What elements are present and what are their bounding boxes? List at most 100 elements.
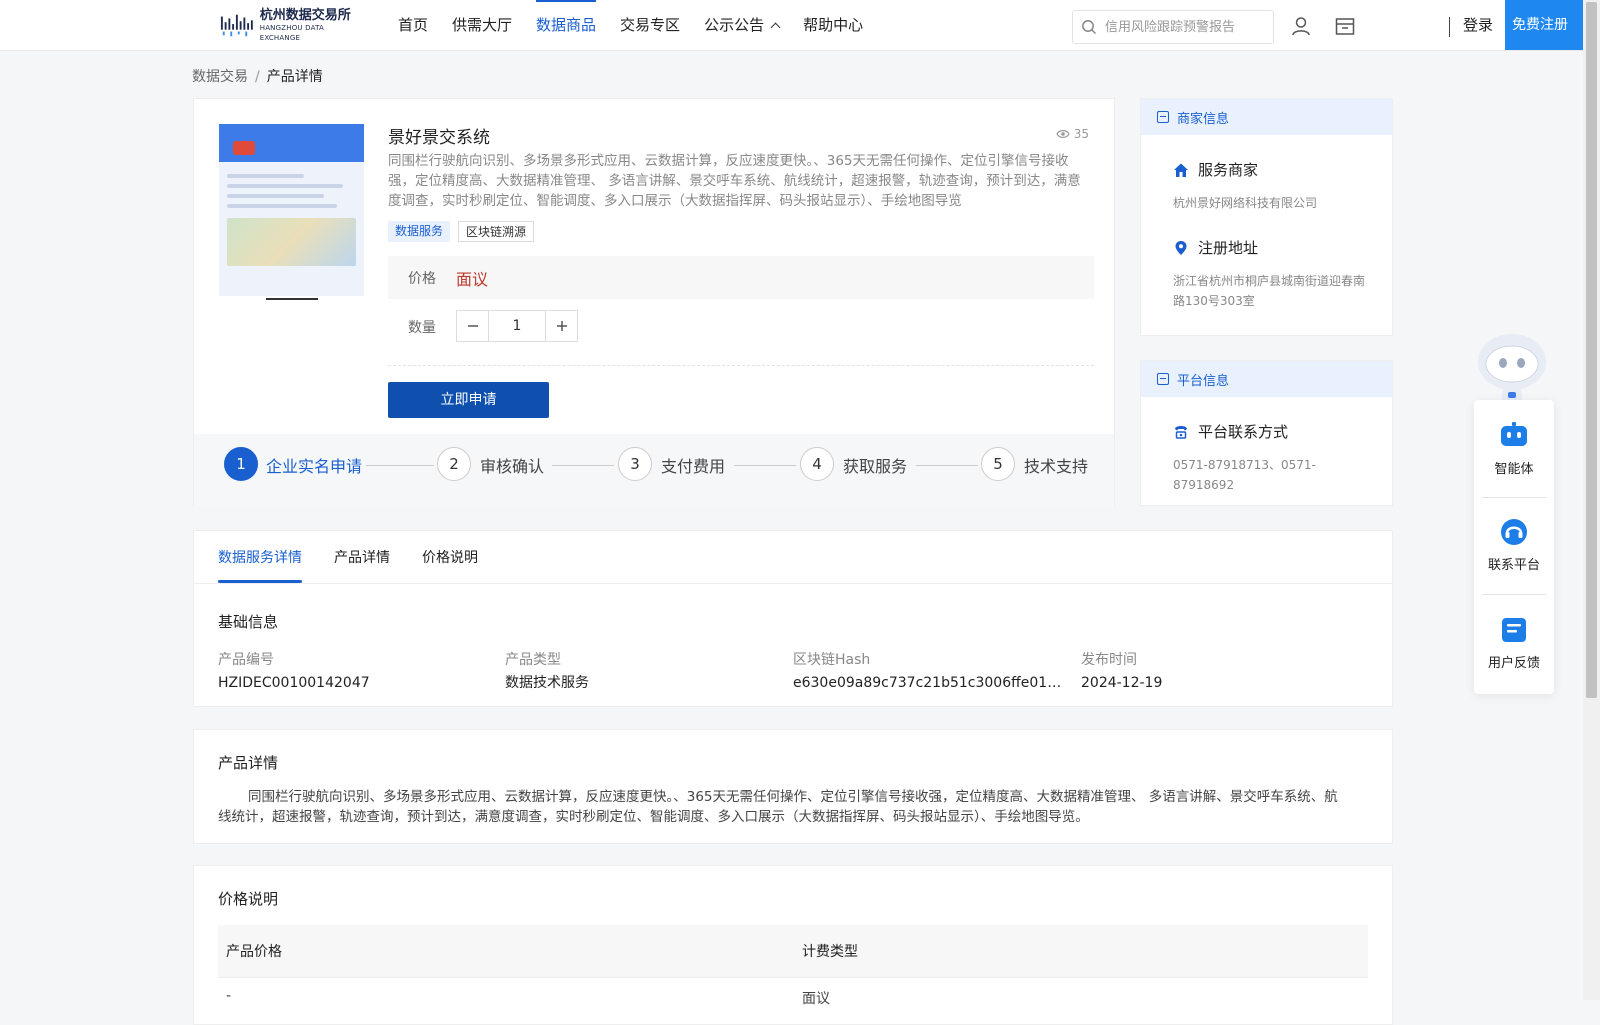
store-icon[interactable] xyxy=(1334,15,1356,37)
quantity-input[interactable]: 1 xyxy=(488,311,546,341)
nav-trade-zone[interactable]: 交易专区 xyxy=(608,0,692,50)
field-publish-date: 发布时间 2024-12-19 xyxy=(1081,652,1163,691)
increment-button[interactable] xyxy=(546,311,577,341)
step-4-label: 获取服务 xyxy=(843,457,908,476)
floating-panel: 智能体 联系平台 用户反馈 xyxy=(1474,400,1554,694)
search-input[interactable] xyxy=(1103,18,1268,36)
top-header: 杭州数据交易所 HANGZHOU DATA EXCHANGE 首页 供需大厅 数… xyxy=(0,0,1585,51)
step-5-number: 5 xyxy=(981,447,1015,481)
contact-title: 平台联系方式 xyxy=(1173,421,1288,442)
chevron-up-icon xyxy=(770,22,781,33)
breadcrumb-parent[interactable]: 数据交易 xyxy=(192,69,248,85)
breadcrumb-separator: / xyxy=(255,69,260,85)
field-product-id: 产品编号 HZIDEC00100142047 xyxy=(218,652,370,691)
breadcrumb-current: 产品详情 xyxy=(266,69,323,85)
field-blockchain-hash: 区块链Hash e630e09a89c737c21b51c3006ffe01cd… xyxy=(793,652,1063,691)
merchant-name: 杭州景好网络科技有限公司 xyxy=(1173,196,1318,210)
header-divider xyxy=(1449,17,1450,37)
process-steps: 1 企业实名申请 2 审核确认 3 支付费用 4 获取服务 5 技术支持 xyxy=(194,434,1114,506)
table-header: 产品价格 计费类型 xyxy=(218,925,1368,977)
price-row: 价格 面议 xyxy=(388,256,1094,299)
step-connector xyxy=(734,465,796,466)
step-3-label: 支付费用 xyxy=(661,457,726,476)
tab-price-info[interactable]: 价格说明 xyxy=(422,531,478,583)
location-pin-icon xyxy=(1175,240,1187,255)
address-title: 注册地址 xyxy=(1173,237,1258,258)
user-icon[interactable] xyxy=(1290,15,1312,37)
float-contact[interactable]: 联系平台 xyxy=(1474,516,1554,573)
basic-info-title: 基础信息 xyxy=(218,613,279,631)
detail-tabs-card: 数据服务详情 产品详情 价格说明 基础信息 产品编号 HZIDEC0010014… xyxy=(193,530,1393,707)
product-title: 景好景交系统 xyxy=(388,128,490,148)
step-2-number: 2 xyxy=(437,447,471,481)
float-feedback[interactable]: 用户反馈 xyxy=(1474,614,1554,671)
breadcrumb: 数据交易 / 产品详情 xyxy=(192,66,323,86)
divider xyxy=(388,365,1094,366)
price-info-card: 价格说明 产品价格 计费类型 - 面议 xyxy=(193,865,1393,1025)
register-button[interactable]: 免费注册 xyxy=(1505,0,1585,50)
step-1-number: 1 xyxy=(224,447,258,481)
tab-product-detail[interactable]: 产品详情 xyxy=(334,531,390,583)
logo-text-en: HANGZHOU DATA EXCHANGE xyxy=(259,23,324,42)
merchant-info-header: 商家信息 xyxy=(1141,99,1392,135)
detail-tabs: 数据服务详情 产品详情 价格说明 xyxy=(218,531,478,583)
logo-text-cn: 杭州数据交易所 xyxy=(259,7,351,23)
float-agent[interactable]: 智能体 xyxy=(1474,420,1554,477)
feedback-icon xyxy=(1502,618,1526,642)
merchant-title: 服务商家 xyxy=(1173,159,1258,180)
product-thumbnail[interactable] xyxy=(219,124,364,296)
product-detail-card: 产品详情 同围栏行驶航向识别、多场景多形式应用、云数据计算，反应速度更快。、36… xyxy=(193,729,1393,844)
scrollbar-thumb[interactable] xyxy=(1586,2,1597,698)
apply-now-button[interactable]: 立即申请 xyxy=(388,382,549,418)
info-square-icon xyxy=(1157,373,1169,385)
product-detail-text: 同围栏行驶航向识别、多场景多形式应用、云数据计算，反应速度更快。、365天无需任… xyxy=(218,789,1338,825)
search-box xyxy=(1072,10,1274,44)
field-product-type: 产品类型 数据技术服务 xyxy=(505,652,589,691)
price-info-title: 价格说明 xyxy=(218,890,279,908)
thumbnail-indicator xyxy=(266,298,318,300)
main-nav: 首页 供需大厅 数据商品 交易专区 公示公告 帮助中心 xyxy=(386,0,875,50)
address-value: 浙江省杭州市桐庐县城南街道迎春南路130号303室 xyxy=(1173,274,1366,308)
search-icon xyxy=(1082,20,1097,35)
tab-data-service-detail[interactable]: 数据服务详情 xyxy=(218,531,302,583)
phone-icon xyxy=(1175,425,1187,439)
step-5-label: 技术支持 xyxy=(1024,457,1089,476)
quantity-label: 数量 xyxy=(408,320,436,336)
step-4-number: 4 xyxy=(800,447,834,481)
column-header-billing: 计费类型 xyxy=(802,944,858,960)
view-count: 35 xyxy=(1056,127,1089,141)
agent-icon xyxy=(1501,422,1527,446)
logo[interactable]: 杭州数据交易所 HANGZHOU DATA EXCHANGE xyxy=(220,7,360,42)
nav-data-products[interactable]: 数据商品 xyxy=(524,0,608,50)
nav-supply-demand[interactable]: 供需大厅 xyxy=(440,0,524,50)
nav-announcements[interactable]: 公示公告 xyxy=(692,0,791,50)
nav-home[interactable]: 首页 xyxy=(386,0,440,50)
plus-icon xyxy=(556,321,567,331)
step-3-number: 3 xyxy=(618,447,652,481)
platform-info-header: 平台信息 xyxy=(1141,361,1392,397)
table-row: - 面议 xyxy=(218,977,1368,1017)
logo-mark-icon xyxy=(220,14,253,37)
product-description: 同围栏行驶航向识别、多场景多形式应用、云数据计算，反应速度更快。、365天无需任… xyxy=(388,153,1081,209)
product-detail-title: 产品详情 xyxy=(218,754,279,772)
column-header-price: 产品价格 xyxy=(226,944,282,960)
step-connector xyxy=(552,465,614,466)
login-link[interactable]: 登录 xyxy=(1463,0,1493,50)
cell-billing: 面议 xyxy=(802,991,830,1007)
headset-icon xyxy=(1501,519,1527,545)
home-icon xyxy=(1174,163,1188,177)
merchant-info-card: 商家信息 服务商家 杭州景好网络科技有限公司 注册地址 浙江省杭州市桐庐县城南街… xyxy=(1140,98,1393,336)
contact-value: 0571-87918713、0571-87918692 xyxy=(1173,458,1316,492)
product-tags: 数据服务 区块链溯源 xyxy=(388,221,535,242)
cell-price: - xyxy=(226,988,232,1004)
decrement-button[interactable] xyxy=(457,311,488,341)
info-square-icon xyxy=(1157,111,1169,123)
price-label: 价格 xyxy=(408,271,436,287)
platform-info-card: 平台信息 平台联系方式 0571-87918713、0571-87918692 xyxy=(1140,360,1393,506)
quantity-stepper: 1 xyxy=(456,310,578,342)
nav-help-center[interactable]: 帮助中心 xyxy=(791,0,875,50)
tag-data-service: 数据服务 xyxy=(388,221,451,242)
tag-blockchain-trace: 区块链溯源 xyxy=(458,221,535,242)
step-connector xyxy=(366,465,434,466)
robot-assistant-icon[interactable] xyxy=(1472,326,1552,406)
